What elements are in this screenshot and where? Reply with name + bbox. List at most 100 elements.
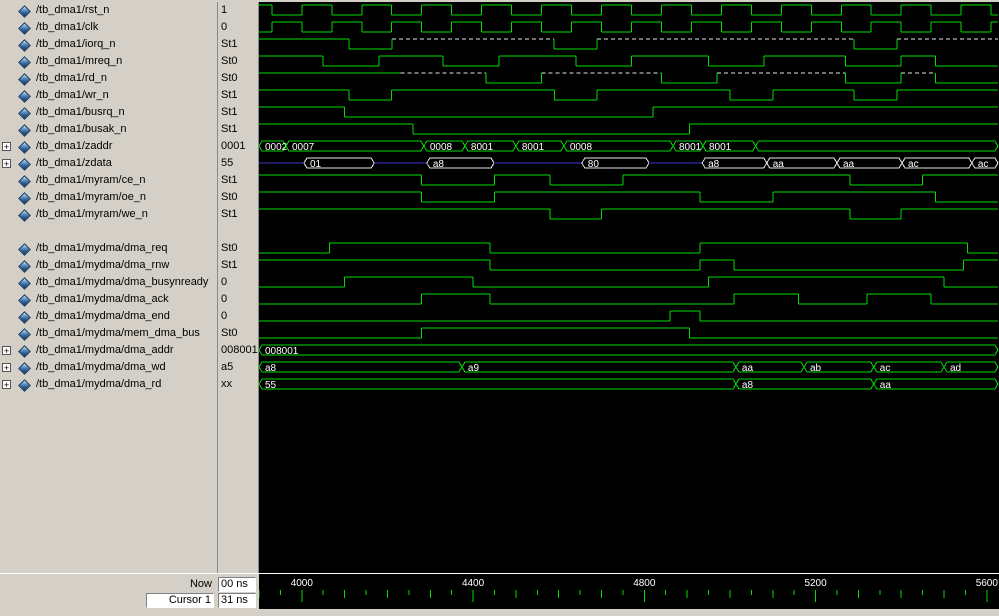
signal-icon — [18, 243, 31, 256]
signal-icon — [18, 277, 31, 290]
svg-text:8001: 8001 — [471, 142, 494, 153]
now-label: Now — [0, 577, 212, 592]
waveform-lane[interactable] — [259, 175, 998, 185]
waveform-lane[interactable] — [259, 209, 998, 219]
signal-name: /tb_dma1/mydma/dma_wd — [36, 359, 166, 376]
signal-name: /tb_dma1/mydma/dma_rnw — [36, 257, 169, 274]
timeline-label: 4800 — [633, 578, 656, 589]
timeline-ruler[interactable]: 40004400480052005600 — [259, 574, 999, 609]
expand-toggle[interactable]: + — [2, 142, 11, 151]
signal-row[interactable]: /tb_dma1/busak_n — [0, 121, 217, 138]
signal-row[interactable]: /tb_dma1/mreq_n — [0, 53, 217, 70]
svg-text:01: 01 — [310, 159, 322, 170]
waveform-lane[interactable]: 55a8aa — [259, 379, 998, 391]
signal-row[interactable]: /tb_dma1/mydma/dma_ack — [0, 291, 217, 308]
svg-text:aa: aa — [773, 159, 785, 170]
timeline-label: 5600 — [976, 578, 999, 589]
signal-value: a5 — [221, 359, 233, 376]
signal-icon — [18, 73, 31, 86]
signal-row[interactable]: /tb_dma1/rd_n — [0, 70, 217, 87]
signal-name: /tb_dma1/myram/oe_n — [36, 189, 146, 206]
signal-row[interactable]: /tb_dma1/wr_n — [0, 87, 217, 104]
waveform-lane[interactable] — [259, 328, 998, 338]
signal-row[interactable]: /tb_dma1/mydma/dma_busynready — [0, 274, 217, 291]
waveform-lane[interactable] — [259, 294, 998, 304]
signal-row[interactable]: /tb_dma1/busrq_n — [0, 104, 217, 121]
signal-name: /tb_dma1/myram/we_n — [36, 206, 148, 223]
waveform-lane[interactable] — [259, 124, 998, 134]
signal-value: 0 — [221, 274, 227, 291]
signal-value: St0 — [221, 70, 238, 87]
signal-icon — [18, 192, 31, 205]
expand-toggle[interactable]: + — [2, 159, 11, 168]
signal-icon — [18, 362, 31, 375]
signal-icon — [18, 22, 31, 35]
signal-row[interactable]: /tb_dma1/mydma/dma_rnw — [0, 257, 217, 274]
waveform-canvas[interactable]: 0002000700088001800100088001800101a880a8… — [259, 2, 999, 573]
signal-value: 1 — [221, 2, 227, 19]
signal-row[interactable]: /tb_dma1/clk — [0, 19, 217, 36]
waveform-lane[interactable] — [259, 107, 998, 117]
waveform-lane[interactable]: 01a880a8aaaaacac — [259, 158, 998, 170]
signal-value: 0 — [221, 19, 227, 36]
signal-icon — [18, 141, 31, 154]
signal-icon — [18, 345, 31, 358]
expand-toggle[interactable]: + — [2, 346, 11, 355]
signal-name: /tb_dma1/busak_n — [36, 121, 127, 138]
signal-row[interactable]: /tb_dma1/rst_n — [0, 2, 217, 19]
signal-row[interactable]: +/tb_dma1/mydma/dma_rd — [0, 376, 217, 393]
waveform-lane[interactable] — [259, 39, 998, 49]
signal-row[interactable]: + /tb_dma1/mydma/dma_wd — [0, 359, 217, 376]
signal-name: /tb_dma1/mreq_n — [36, 53, 122, 70]
expand-toggle[interactable]: + — [2, 380, 11, 389]
waveform-lane[interactable] — [259, 5, 998, 15]
waveform-lane[interactable]: 008001 — [259, 345, 998, 357]
signal-row[interactable]: +/tb_dma1/zaddr — [0, 138, 217, 155]
signal-row[interactable]: /tb_dma1/mydma/mem_dma_bus — [0, 325, 217, 342]
signal-value: 0001 — [221, 138, 245, 155]
signal-row[interactable]: +/tb_dma1/zdata — [0, 155, 217, 172]
signal-row[interactable]: /tb_dma1/myram/we_n — [0, 206, 217, 223]
cursor-value-box[interactable]: 31 ns — [218, 593, 256, 608]
waveform-lane[interactable]: 00020007000880018001000880018001 — [259, 141, 998, 153]
waveform-lane[interactable] — [259, 277, 998, 287]
timeline-canvas[interactable]: 40004400480052005600 — [259, 574, 999, 609]
waveform-lane[interactable] — [259, 311, 998, 321]
waveform-lane[interactable] — [259, 56, 998, 66]
signal-value: 008001 — [221, 342, 258, 359]
signal-values-panel[interactable]: 10St1St0St0St1St1St1000155St1St0St1St0St… — [218, 2, 259, 573]
signal-value: St0 — [221, 325, 238, 342]
signal-value: St1 — [221, 172, 238, 189]
signal-name: /tb_dma1/clk — [36, 19, 98, 36]
svg-text:ab: ab — [810, 363, 822, 374]
signal-name: /tb_dma1/rst_n — [36, 2, 109, 19]
svg-text:8001: 8001 — [709, 142, 732, 153]
waveform-lane[interactable] — [259, 73, 998, 83]
signal-value: St1 — [221, 104, 238, 121]
waveform-lane[interactable] — [259, 243, 998, 253]
signal-value: St0 — [221, 240, 238, 257]
signal-name: /tb_dma1/mydma/dma_busynready — [36, 274, 208, 291]
svg-text:ac: ac — [978, 159, 989, 170]
signal-row[interactable]: +/tb_dma1/mydma/dma_addr — [0, 342, 217, 359]
signal-row[interactable]: /tb_dma1/myram/oe_n — [0, 189, 217, 206]
waveform-lane[interactable] — [259, 192, 998, 202]
waveform-lane[interactable] — [259, 260, 998, 270]
expand-toggle[interactable]: + — [2, 363, 11, 372]
cursor-name-box[interactable]: Cursor 1 — [146, 593, 214, 608]
signal-value: St1 — [221, 206, 238, 223]
signal-row[interactable]: /tb_dma1/iorq_n — [0, 36, 217, 53]
signal-icon — [18, 311, 31, 324]
waveform-area[interactable]: 0002000700088001800100088001800101a880a8… — [259, 2, 999, 573]
signal-names-panel[interactable]: /tb_dma1/rst_n/tb_dma1/clk/tb_dma1/iorq_… — [0, 2, 218, 573]
signal-name: /tb_dma1/mydma/mem_dma_bus — [36, 325, 200, 342]
waveform-lane[interactable]: a8a9aaabacad — [259, 362, 998, 374]
signal-row[interactable]: /tb_dma1/mydma/dma_end — [0, 308, 217, 325]
signal-value: St0 — [221, 53, 238, 70]
waveform-lane[interactable] — [259, 22, 998, 32]
svg-text:ad: ad — [950, 363, 961, 374]
signal-row[interactable]: /tb_dma1/mydma/dma_req — [0, 240, 217, 257]
waveform-lane[interactable] — [259, 90, 998, 100]
signal-icon — [18, 5, 31, 18]
signal-row[interactable]: /tb_dma1/myram/ce_n — [0, 172, 217, 189]
